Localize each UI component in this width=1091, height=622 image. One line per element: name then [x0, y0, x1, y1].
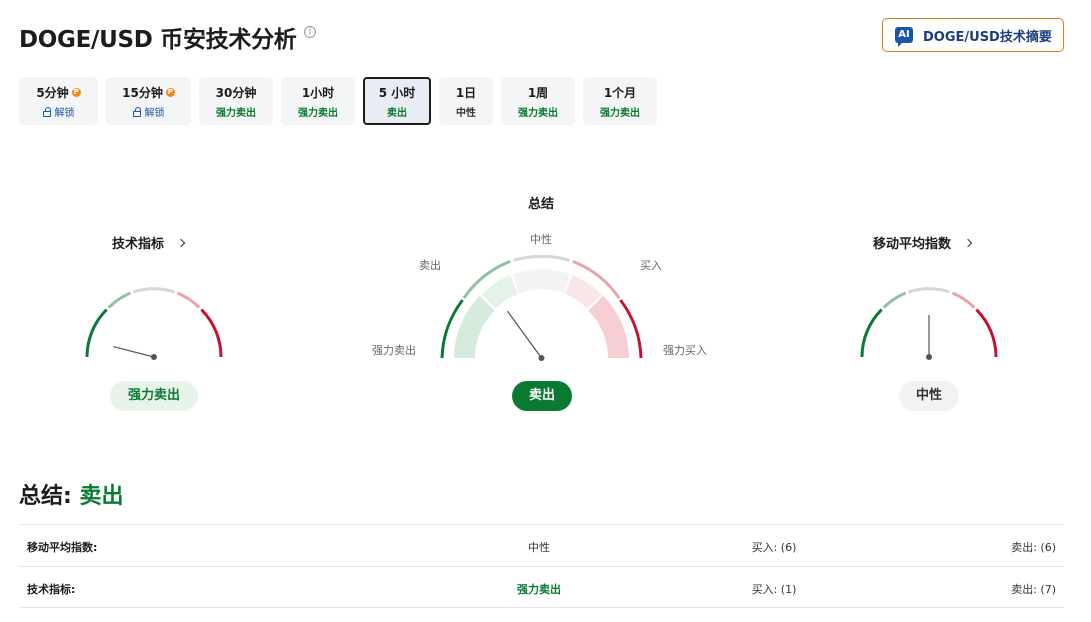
chevron-right-icon — [176, 238, 186, 248]
tab-label: 1小时 — [301, 85, 335, 100]
summary-heading-label: 总结: — [19, 484, 72, 509]
gauge-arc-strong-sell — [860, 308, 883, 358]
ai-summary-label: DOGE/USD技术摘要 — [923, 29, 1052, 45]
table-row: 技术指标: 强力卖出 买入: (1) 卖出: (7) — [19, 566, 1064, 608]
gauge-arc-buy — [176, 291, 201, 309]
summary-table: 移动平均指数: 中性 买入: (6) 卖出: (6) 技术指标: 强力卖出 买入… — [19, 524, 1064, 608]
tab-1week[interactable]: 1周 强力卖出 — [501, 77, 575, 125]
tab-5hour[interactable]: 5 小时 卖出 — [363, 77, 431, 125]
timeframe-tabs: 5分钟 P 解锁 15分钟 P 解锁 30分钟 强力卖出 1小时 强力卖出 5 小时… — [19, 77, 657, 125]
tab-label: 30分钟 — [215, 85, 257, 100]
pro-badge-icon: P — [71, 87, 81, 97]
gauge-pivot — [926, 354, 932, 360]
gauge-label-strong-buy: 强力买入 — [663, 344, 707, 357]
gauge-title-text: 移动平均指数 — [873, 237, 952, 252]
tab-15min[interactable]: 15分钟 P 解锁 — [106, 77, 191, 125]
tab-label: 1日 — [455, 85, 477, 100]
pro-badge-icon: P — [165, 87, 175, 97]
row-verdict: 强力卖出 — [517, 583, 561, 596]
tab-status: 强力卖出 — [518, 107, 558, 119]
row-buy-count: 买入: (1) — [751, 583, 797, 596]
tab-1hour[interactable]: 1小时 强力卖出 — [281, 77, 355, 125]
row-buy-count: 买入: (6) — [751, 541, 797, 554]
table-row: 移动平均指数: 中性 买入: (6) 卖出: (6) — [19, 524, 1064, 566]
ai-summary-button[interactable]: AI DOGE/USD技术摘要 — [882, 18, 1064, 52]
tab-status: 解锁 — [54, 107, 75, 119]
row-name: 移动平均指数: — [27, 541, 98, 554]
gauge-pivot — [538, 355, 545, 361]
gauge-arc-strong-sell — [85, 308, 108, 358]
summary-verdict-badge: 卖出 — [512, 381, 572, 411]
tab-1day[interactable]: 1日 中性 — [439, 77, 493, 125]
gauge-band-neutral — [513, 269, 570, 294]
gauge-arc-sell — [107, 291, 132, 309]
gauge-arc-buy — [951, 291, 976, 309]
info-icon[interactable]: i — [304, 26, 316, 38]
row-sell-count: 卖出: (6) — [1011, 541, 1056, 554]
page-header: DOGE/USD 币安技术分析 i AI DOGE/USD技术摘要 — [19, 18, 1064, 58]
row-sell-count: 卖出: (7) — [1011, 583, 1056, 596]
moving-average-verdict-badge: 中性 — [899, 381, 959, 411]
tab-status: 中性 — [456, 107, 476, 119]
row-verdict: 中性 — [528, 541, 550, 554]
gauge-title-text: 技术指标 — [112, 237, 165, 252]
gauge-arc-strong-buy — [200, 308, 223, 358]
technical-gauge-title[interactable]: 技术指标 — [112, 233, 186, 252]
moving-average-gauge-title[interactable]: 移动平均指数 — [873, 233, 973, 252]
gauge-section: 技术指标 强力卖出 总结 中性 卖出 买入 强力卖出 强力买入 卖出 移动平均指… — [0, 185, 1091, 425]
gauge-needle — [113, 346, 155, 358]
tab-5min[interactable]: 5分钟 P 解锁 — [19, 77, 98, 125]
tab-label: 5分钟 — [36, 85, 69, 100]
tab-30min[interactable]: 30分钟 强力卖出 — [199, 77, 273, 125]
gauge-needle — [506, 310, 542, 359]
page-title: DOGE/USD 币安技术分析 — [19, 27, 297, 53]
lock-icon — [132, 106, 141, 117]
tab-label: 5 小时 — [378, 85, 416, 100]
tab-status: 解锁 — [144, 107, 165, 119]
gauge-label-strong-sell: 强力卖出 — [372, 344, 416, 357]
tab-label: 1周 — [527, 85, 549, 100]
chevron-right-icon — [963, 238, 973, 248]
lock-icon — [42, 106, 51, 117]
gauge-pivot — [151, 354, 157, 360]
summary-heading-value: 卖出 — [79, 484, 124, 509]
tab-status: 强力卖出 — [298, 107, 338, 119]
moving-average-gauge — [860, 287, 998, 360]
technical-gauge — [85, 287, 223, 360]
gauge-arc-sell — [882, 291, 907, 309]
tab-label: 1个月 — [603, 85, 637, 100]
tab-status: 强力卖出 — [216, 107, 256, 119]
tab-1month[interactable]: 1个月 强力卖出 — [583, 77, 657, 125]
gauge-arc-neutral — [513, 255, 570, 262]
tab-status: 卖出 — [387, 107, 407, 119]
tab-status: 强力卖出 — [600, 107, 640, 119]
gauge-arc-neutral — [132, 287, 176, 294]
gauge-arc-strong-buy — [975, 308, 998, 358]
summary-gauge — [440, 255, 643, 361]
ai-icon: AI — [895, 27, 913, 47]
gauge-label-neutral: 中性 — [530, 233, 552, 246]
tab-label: 15分钟 — [122, 85, 163, 100]
summary-heading: 总结: 卖出 — [19, 478, 124, 510]
gauge-arc-neutral — [907, 287, 951, 294]
technical-verdict-badge: 强力卖出 — [110, 381, 198, 411]
summary-gauge-title: 总结 — [528, 197, 555, 212]
row-name: 技术指标: — [27, 583, 76, 596]
